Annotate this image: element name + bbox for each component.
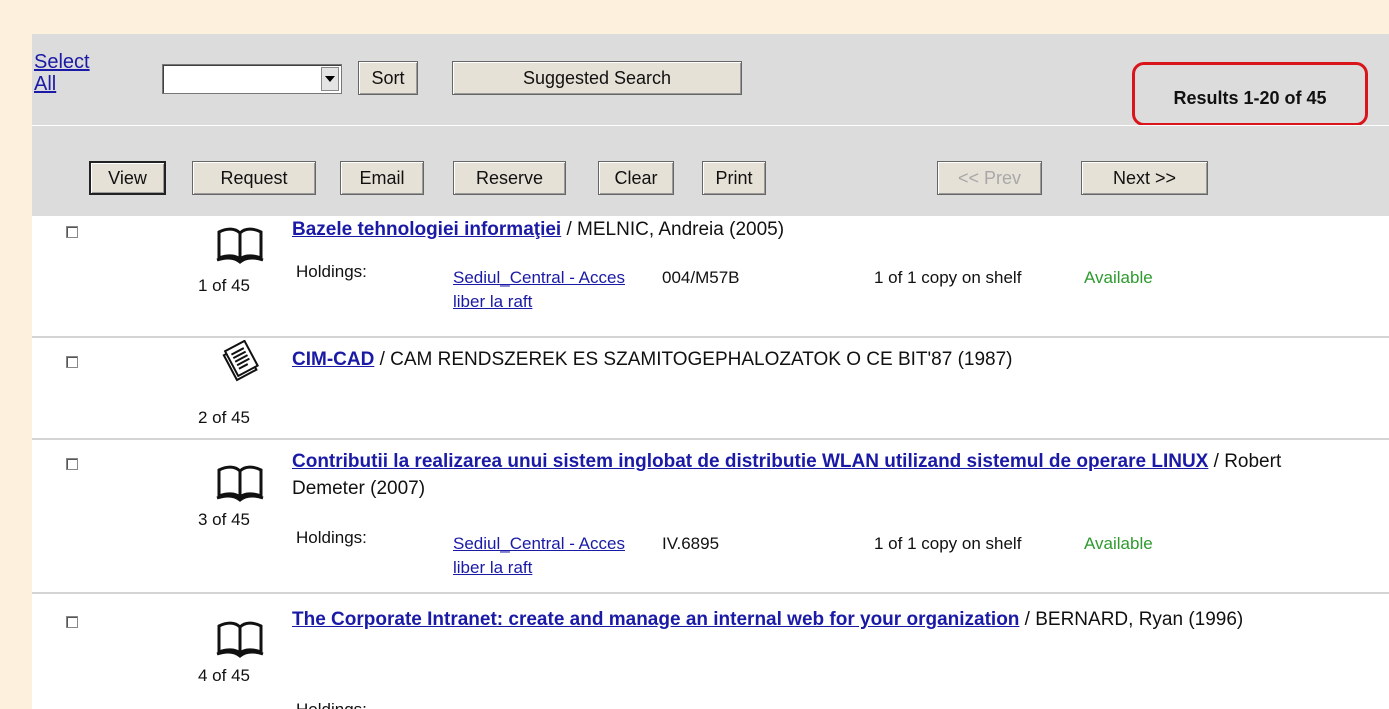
holdings-label: Holdings:: [296, 528, 367, 547]
document-icon: [220, 339, 262, 389]
call-number: 004/M57B: [662, 268, 740, 287]
chevron-down-icon[interactable]: [321, 67, 339, 91]
copies-info: 1 of 1 copy on shelf: [874, 268, 1022, 287]
result-author: / BERNARD, Ryan (1996): [1019, 609, 1244, 630]
book-icon: [216, 224, 264, 269]
availability-status: Available: [1084, 268, 1153, 287]
result-title-line: CIM-CAD / CAM RENDSZEREK ES SZAMITOGEPHA…: [292, 346, 1332, 373]
print-button[interactable]: Print: [702, 161, 766, 195]
result-author: / CAM RENDSZEREK ES SZAMITOGEPHALOZATOK …: [374, 349, 1013, 370]
result-title-link[interactable]: The Corporate Intranet: create and manag…: [292, 609, 1019, 630]
result-title-link[interactable]: Contributii la realizarea unui sistem in…: [292, 451, 1208, 472]
select-checkbox[interactable]: [66, 356, 78, 368]
holdings-location-link[interactable]: Sediul_Central - Acces liber la raft: [453, 532, 633, 580]
results-toolbar: Select All Sort Suggested Search Results…: [32, 34, 1389, 126]
view-button[interactable]: View: [89, 161, 166, 195]
result-row: 1 of 45 Bazele tehnologiei informaţiei /…: [32, 216, 1389, 336]
select-checkbox[interactable]: [66, 458, 78, 470]
prev-button[interactable]: << Prev: [937, 161, 1042, 195]
reserve-button[interactable]: Reserve: [453, 161, 566, 195]
result-title-line: The Corporate Intranet: create and manag…: [292, 606, 1332, 633]
email-button[interactable]: Email: [340, 161, 424, 195]
search-results-page: Select All Sort Suggested Search Results…: [32, 34, 1389, 709]
clear-button[interactable]: Clear: [598, 161, 674, 195]
select-checkbox[interactable]: [66, 616, 78, 628]
result-title-line: Bazele tehnologiei informaţiei / MELNIC,…: [292, 216, 1332, 243]
result-title-link[interactable]: Bazele tehnologiei informaţiei: [292, 219, 561, 240]
holdings-label: Holdings:: [296, 262, 367, 281]
result-title-line: Contributii la realizarea unui sistem in…: [292, 448, 1332, 502]
holdings-label: Holdings:: [296, 698, 367, 709]
sort-button[interactable]: Sort: [358, 61, 418, 95]
result-title-link[interactable]: CIM-CAD: [292, 349, 374, 370]
book-icon: [216, 462, 264, 507]
select-all-link[interactable]: Select All: [34, 51, 94, 95]
result-count: 3 of 45: [198, 510, 250, 529]
availability-status: Available: [1084, 534, 1153, 553]
result-count: 1 of 45: [198, 276, 250, 295]
select-checkbox[interactable]: [66, 226, 78, 238]
holdings-location-link[interactable]: Sediul_Central - Acces liber la raft: [453, 266, 633, 314]
result-count: 4 of 45: [198, 666, 250, 685]
call-number: IV.6895: [662, 534, 720, 553]
copies-info: 1 of 1 copy on shelf: [874, 534, 1022, 553]
result-row: 2 of 45 CIM-CAD / CAM RENDSZEREK ES SZAM…: [32, 338, 1389, 438]
next-button[interactable]: Next >>: [1081, 161, 1208, 195]
sort-select[interactable]: [162, 64, 342, 94]
result-row: 3 of 45 Contributii la realizarea unui s…: [32, 440, 1389, 592]
action-toolbar: View Request Email Reserve Clear Print <…: [32, 126, 1389, 216]
request-button[interactable]: Request: [192, 161, 316, 195]
book-icon: [216, 618, 264, 663]
result-count: 2 of 45: [198, 408, 250, 427]
result-row: 4 of 45 The Corporate Intranet: create a…: [32, 594, 1389, 709]
results-count: Results 1-20 of 45: [1132, 62, 1368, 126]
suggested-search-button[interactable]: Suggested Search: [452, 61, 742, 95]
result-author: / MELNIC, Andreia (2005): [561, 219, 785, 240]
